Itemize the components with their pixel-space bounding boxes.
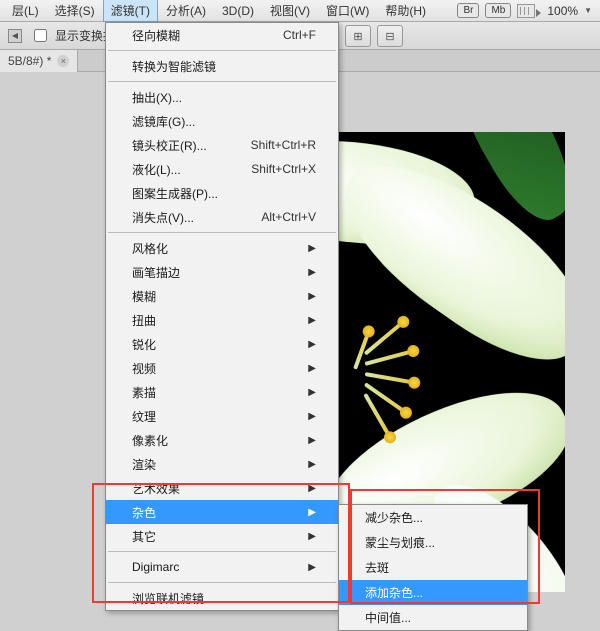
show-transform-checkbox[interactable] [34, 29, 47, 42]
convert-smart-label: 转换为智能滤镜 [132, 58, 216, 75]
submenu-arrow-icon: ▶ [308, 507, 316, 518]
menu-view[interactable]: 视图(V) [262, 0, 318, 22]
menu-filter[interactable]: 滤镜(T) [103, 0, 158, 22]
last-filter-label: 径向模糊 [132, 27, 180, 44]
submenu-arrow-icon: ▶ [308, 315, 316, 326]
menu-vanishing-point[interactable]: 消失点(V)...Alt+Ctrl+V [106, 205, 338, 229]
menu-noise[interactable]: 杂色▶ [106, 500, 338, 524]
submenu-arrow-icon: ▶ [308, 291, 316, 302]
submenu-arrow-icon: ▶ [308, 363, 316, 374]
submenu-arrow-icon: ▶ [308, 531, 316, 542]
menu-lens-correction[interactable]: 镜头校正(R)...Shift+Ctrl+R [106, 133, 338, 157]
menu-blur[interactable]: 模糊▶ [106, 284, 338, 308]
noise-submenu: 减少杂色... 蒙尘与划痕... 去斑 添加杂色... 中间值... [338, 504, 528, 631]
chevron-down-icon[interactable]: ▼ [584, 6, 592, 15]
menu-pattern-maker[interactable]: 图案生成器(P)... [106, 181, 338, 205]
menu-convert-smart[interactable]: 转换为智能滤镜 [106, 54, 338, 78]
submenu-arrow-icon: ▶ [308, 562, 316, 573]
zoom-level[interactable]: 100% [547, 4, 578, 18]
menu-last-filter[interactable]: 径向模糊 Ctrl+F [106, 23, 338, 47]
submenu-arrow-icon: ▶ [308, 459, 316, 470]
align-icon-1[interactable]: ⊞ [345, 25, 371, 47]
menu-other[interactable]: 其它▶ [106, 524, 338, 548]
submenu-arrow-icon: ▶ [308, 435, 316, 446]
menu-help[interactable]: 帮助(H) [377, 0, 434, 22]
menu-render[interactable]: 渲染▶ [106, 452, 338, 476]
prev-button[interactable]: ◀ [8, 29, 22, 43]
menu-brush-strokes[interactable]: 画笔描边▶ [106, 260, 338, 284]
document-tab[interactable]: 5B/8#) * × [0, 50, 78, 72]
submenu-arrow-icon: ▶ [308, 411, 316, 422]
menu-filter-gallery[interactable]: 滤镜库(G)... [106, 109, 338, 133]
submenu-arrow-icon: ▶ [308, 267, 316, 278]
menu-analysis[interactable]: 分析(A) [158, 0, 214, 22]
menu-layer[interactable]: 层(L) [4, 0, 47, 22]
menu-artistic[interactable]: 艺术效果▶ [106, 476, 338, 500]
submenu-arrow-icon: ▶ [308, 339, 316, 350]
submenu-arrow-icon: ▶ [308, 243, 316, 254]
submenu-arrow-icon: ▶ [308, 483, 316, 494]
bridge-button[interactable]: Br [457, 3, 479, 18]
last-filter-shortcut: Ctrl+F [283, 28, 316, 42]
submenu-dust-scratches[interactable]: 蒙尘与划痕... [339, 530, 527, 555]
align-icon-2[interactable]: ⊟ [377, 25, 403, 47]
submenu-despeckle[interactable]: 去斑 [339, 555, 527, 580]
screenmode-button[interactable] [517, 4, 535, 18]
menu-select[interactable]: 选择(S) [47, 0, 103, 22]
menu-distort[interactable]: 扭曲▶ [106, 308, 338, 332]
menu-texture[interactable]: 纹理▶ [106, 404, 338, 428]
submenu-median[interactable]: 中间值... [339, 605, 527, 630]
filter-menu-dropdown: 径向模糊 Ctrl+F 转换为智能滤镜 抽出(X)... 滤镜库(G)... 镜… [105, 22, 339, 611]
menu-liquify[interactable]: 液化(L)...Shift+Ctrl+X [106, 157, 338, 181]
menu-video[interactable]: 视频▶ [106, 356, 338, 380]
menu-browse-online[interactable]: 浏览联机滤镜... [106, 586, 338, 610]
tab-title: 5B/8#) * [8, 54, 51, 68]
menubar: 层(L) 选择(S) 滤镜(T) 分析(A) 3D(D) 视图(V) 窗口(W)… [0, 0, 600, 22]
menu-sketch[interactable]: 素描▶ [106, 380, 338, 404]
menu-stylize[interactable]: 风格化▶ [106, 236, 338, 260]
submenu-add-noise[interactable]: 添加杂色... [339, 580, 527, 605]
menu-sharpen[interactable]: 锐化▶ [106, 332, 338, 356]
options-extra: ⊞ ⊟ [345, 22, 403, 50]
minibridge-button[interactable]: Mb [485, 3, 511, 18]
close-tab-button[interactable]: × [57, 55, 69, 67]
menu-3d[interactable]: 3D(D) [214, 1, 262, 21]
menu-extract[interactable]: 抽出(X)... [106, 85, 338, 109]
submenu-reduce-noise[interactable]: 减少杂色... [339, 505, 527, 530]
menu-pixelate[interactable]: 像素化▶ [106, 428, 338, 452]
submenu-arrow-icon: ▶ [308, 387, 316, 398]
menu-window[interactable]: 窗口(W) [318, 0, 377, 22]
menu-digimarc[interactable]: Digimarc▶ [106, 555, 338, 579]
